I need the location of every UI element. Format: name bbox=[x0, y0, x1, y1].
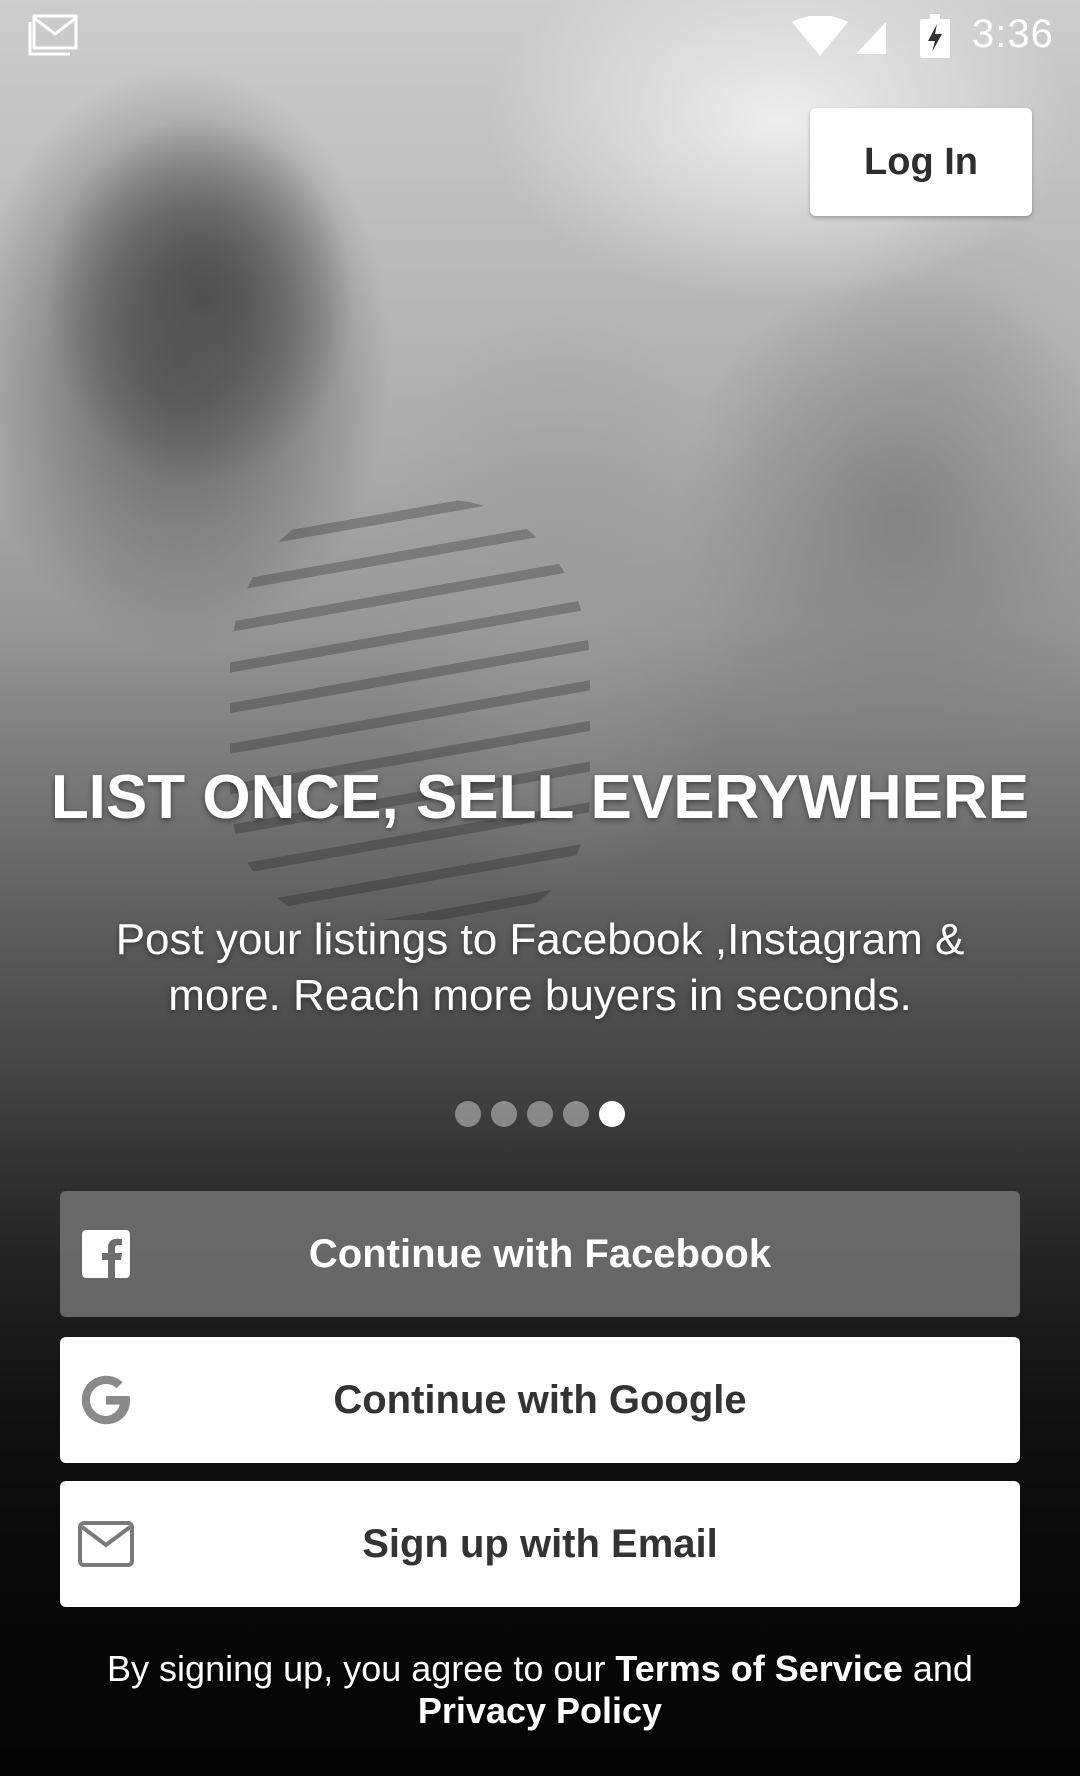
welcome-screen: 3:36 Log In LIST ONCE, SELL EVERYWHERE P… bbox=[0, 0, 1080, 1776]
privacy-policy-link[interactable]: Privacy Policy bbox=[418, 1690, 662, 1731]
facebook-button-label: Continue with Facebook bbox=[308, 1231, 772, 1276]
status-time: 3:36 bbox=[972, 12, 1054, 56]
carousel-page-indicator bbox=[0, 1101, 1080, 1127]
email-button-label: Sign up with Email bbox=[362, 1521, 718, 1566]
gmail-notification-icon bbox=[28, 14, 78, 56]
hero-title: LIST ONCE, SELL EVERYWHERE bbox=[50, 763, 1030, 832]
carousel-dot[interactable] bbox=[455, 1101, 481, 1127]
carousel-dot[interactable] bbox=[527, 1101, 553, 1127]
email-icon bbox=[78, 1516, 134, 1572]
carousel-dot[interactable] bbox=[563, 1101, 589, 1127]
legal-disclaimer: By signing up, you agree to our Terms of… bbox=[40, 1648, 1040, 1732]
terms-of-service-link[interactable]: Terms of Service bbox=[615, 1648, 902, 1689]
continue-with-google-button[interactable]: Continue with Google bbox=[60, 1337, 1020, 1463]
google-button-label: Continue with Google bbox=[333, 1377, 747, 1422]
legal-connector: and bbox=[902, 1648, 973, 1689]
battery-charging-icon bbox=[920, 14, 950, 58]
hero-subtitle: Post your listings to Facebook ,Instagra… bbox=[115, 915, 965, 1020]
facebook-icon bbox=[78, 1226, 134, 1282]
sign-up-with-email-button[interactable]: Sign up with Email bbox=[60, 1481, 1020, 1607]
cell-signal-icon bbox=[856, 22, 886, 54]
wifi-icon bbox=[792, 16, 848, 56]
login-button[interactable]: Log In bbox=[810, 108, 1032, 216]
legal-prefix: By signing up, you agree to our bbox=[107, 1648, 616, 1689]
carousel-dot-active[interactable] bbox=[599, 1101, 625, 1127]
continue-with-facebook-button[interactable]: Continue with Facebook bbox=[60, 1191, 1020, 1317]
carousel-dot[interactable] bbox=[491, 1101, 517, 1127]
google-icon bbox=[78, 1372, 134, 1428]
status-bar: 3:36 bbox=[0, 0, 1080, 72]
